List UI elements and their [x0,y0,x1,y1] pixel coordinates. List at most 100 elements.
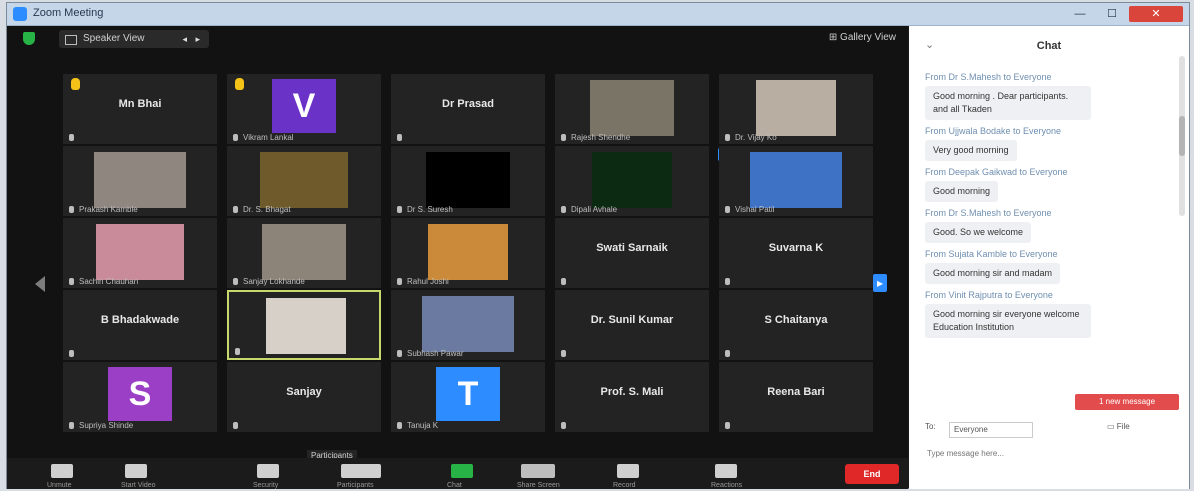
toolbar-participants-button[interactable]: Participants [337,458,407,489]
toolbar-share-screen-button[interactable]: Share Screen [517,458,587,489]
toolbar-unmute-button[interactable]: Unmute [47,458,117,489]
participant-label: Prakash Kamble [79,205,138,214]
participant-label: Dipali Avhale [571,205,618,214]
meeting-toolbar: Unmute Start Video Security Participants Cha… [7,458,908,489]
zoom-window: Zoom Meeting — ☐ ✕ Speaker View ◂ ▸ ⊞ Ga… [6,2,1190,489]
participant-tile[interactable]: Dipali AvhaleAjay Bamne [555,146,773,216]
participant-name: Dr. Sunil Kumar [590,314,674,326]
participant-label: Subhash Pawar [407,349,464,358]
participant-tile[interactable] [227,290,381,360]
end-meeting-button[interactable]: End [845,464,899,484]
participant-tile[interactable]: Prof. S. Mali [555,362,709,432]
microphone-icon [561,422,566,429]
microphone-icon [725,422,730,429]
avatar: T [436,367,500,421]
microphone-icon [233,206,238,213]
new-messages-button[interactable]: 1 new message [1075,394,1179,410]
message-bubble: Good. So we welcome [925,222,1032,243]
participant-tile[interactable]: Rahul Joshi [391,218,545,288]
video-feed [590,80,674,136]
video-feed [260,152,348,208]
toolbar-record-button[interactable]: Record [613,458,683,489]
minimize-button[interactable]: — [1067,6,1093,22]
message-bubble: Good morning sir and madam [925,263,1061,284]
recipient-select[interactable]: Everyone [949,422,1033,438]
participant-label: Dr. S. Bhagat [243,205,291,214]
microphone-icon [51,464,73,478]
chat-scrollbar[interactable] [1179,56,1185,216]
microphone-icon [233,278,238,285]
participant-tile[interactable]: Sanjay [227,362,381,432]
previous-page-icon[interactable] [35,276,45,292]
participant-name: Dr Prasad [442,98,494,110]
participant-tile[interactable]: S Supriya Shinde [63,362,217,432]
zoom-app-icon [13,7,27,21]
participant-tile[interactable]: S Chaitanya [719,290,873,360]
to-label: To: [925,422,936,431]
toolbar-security-button[interactable]: Security [253,458,323,489]
next-page-icon[interactable]: ▸ [873,274,887,292]
message-sender: From Sujata Kamble to Everyone [925,249,1058,259]
participant-tile[interactable]: Sachin Chauhan [63,218,217,288]
message-sender: From Dr S.Mahesh to Everyone [925,72,1052,82]
microphone-icon [561,206,566,213]
toolbar-label: Start Video [121,482,156,489]
participant-tile[interactable]: Vishal Patil [719,146,873,216]
microphone-icon [725,134,730,141]
participant-name: Swati Sarnaik [596,242,668,254]
participant-tile[interactable]: Dr S. Suresh [391,146,545,216]
chat-input[interactable] [925,444,1179,462]
video-feed [96,224,184,280]
toolbar-label: Record [613,482,636,489]
participant-tile[interactable]: Mn Bhai [63,74,217,144]
meeting-top-bar: Speaker View ◂ ▸ ⊞ Gallery View [7,26,908,52]
participant-tile[interactable]: Sanjay Lokhande [227,218,381,288]
video-feed [750,152,842,208]
encryption-shield-icon[interactable] [23,32,35,45]
participant-tile[interactable]: Rajesh Shendhe [555,74,709,144]
video-feed [266,298,346,354]
toolbar-chat-button[interactable]: Chat [447,458,517,489]
video-feed [262,224,346,280]
microphone-icon [69,134,74,141]
file-button[interactable]: ▭ File [1107,422,1130,431]
participant-label: Sanjay Lokhande [243,277,305,286]
participant-tile[interactable]: Dr. Sunil Kumar [555,290,709,360]
participant-tile[interactable]: Prakash Kamble [63,146,217,216]
scroll-thumb[interactable] [1179,116,1185,156]
chat-recipient-row: To: Everyone ▭ File [925,422,1175,438]
gallery-view-button[interactable]: ⊞ Gallery View [829,32,896,43]
participant-tile[interactable]: Swati Sarnaik [555,218,709,288]
participant-tile[interactable]: Suvarna K [719,218,873,288]
participant-tile[interactable]: Dr. Vijay Ko [719,74,873,144]
participant-label: Dr. Vijay Ko [735,133,777,142]
raised-hand-icon [71,78,80,90]
participant-tile[interactable]: V Vikram Lankal [227,74,381,144]
microphone-icon [397,422,402,429]
maximize-button[interactable]: ☐ [1099,6,1125,22]
close-button[interactable]: ✕ [1129,6,1183,22]
participant-tile[interactable]: T Tanuja K [391,362,545,432]
participants-icon [341,464,381,478]
toolbar-reactions-button[interactable]: Reactions [711,458,781,489]
participant-label: Supriya Shinde [79,421,134,430]
toolbar-start-video-button[interactable]: Start Video [121,458,191,489]
microphone-icon [235,348,240,355]
participant-tile[interactable]: B Bhadakwade [63,290,217,360]
microphone-icon [561,278,566,285]
chat-icon [451,464,473,478]
chat-messages: From Dr S.Mahesh to Everyone Good morning… [925,66,1165,338]
participant-name: Sanjay [286,386,322,398]
participant-tile[interactable]: Subhash Pawar [391,290,545,360]
participant-tile[interactable]: Reena Bari [719,362,873,432]
participant-tile[interactable]: Dr. S. Bhagat [227,146,381,216]
toolbar-label: Share Screen [517,482,560,489]
view-switch[interactable]: Speaker View ◂ ▸ [59,30,209,48]
avatar: S [108,367,172,421]
toolbar-label: Unmute [47,482,72,489]
participant-tile[interactable]: Dr Prasad [391,74,545,144]
reactions-icon [715,464,737,478]
video-feed [94,152,186,208]
video-feed [592,152,672,208]
toolbar-label: Security [253,482,279,489]
